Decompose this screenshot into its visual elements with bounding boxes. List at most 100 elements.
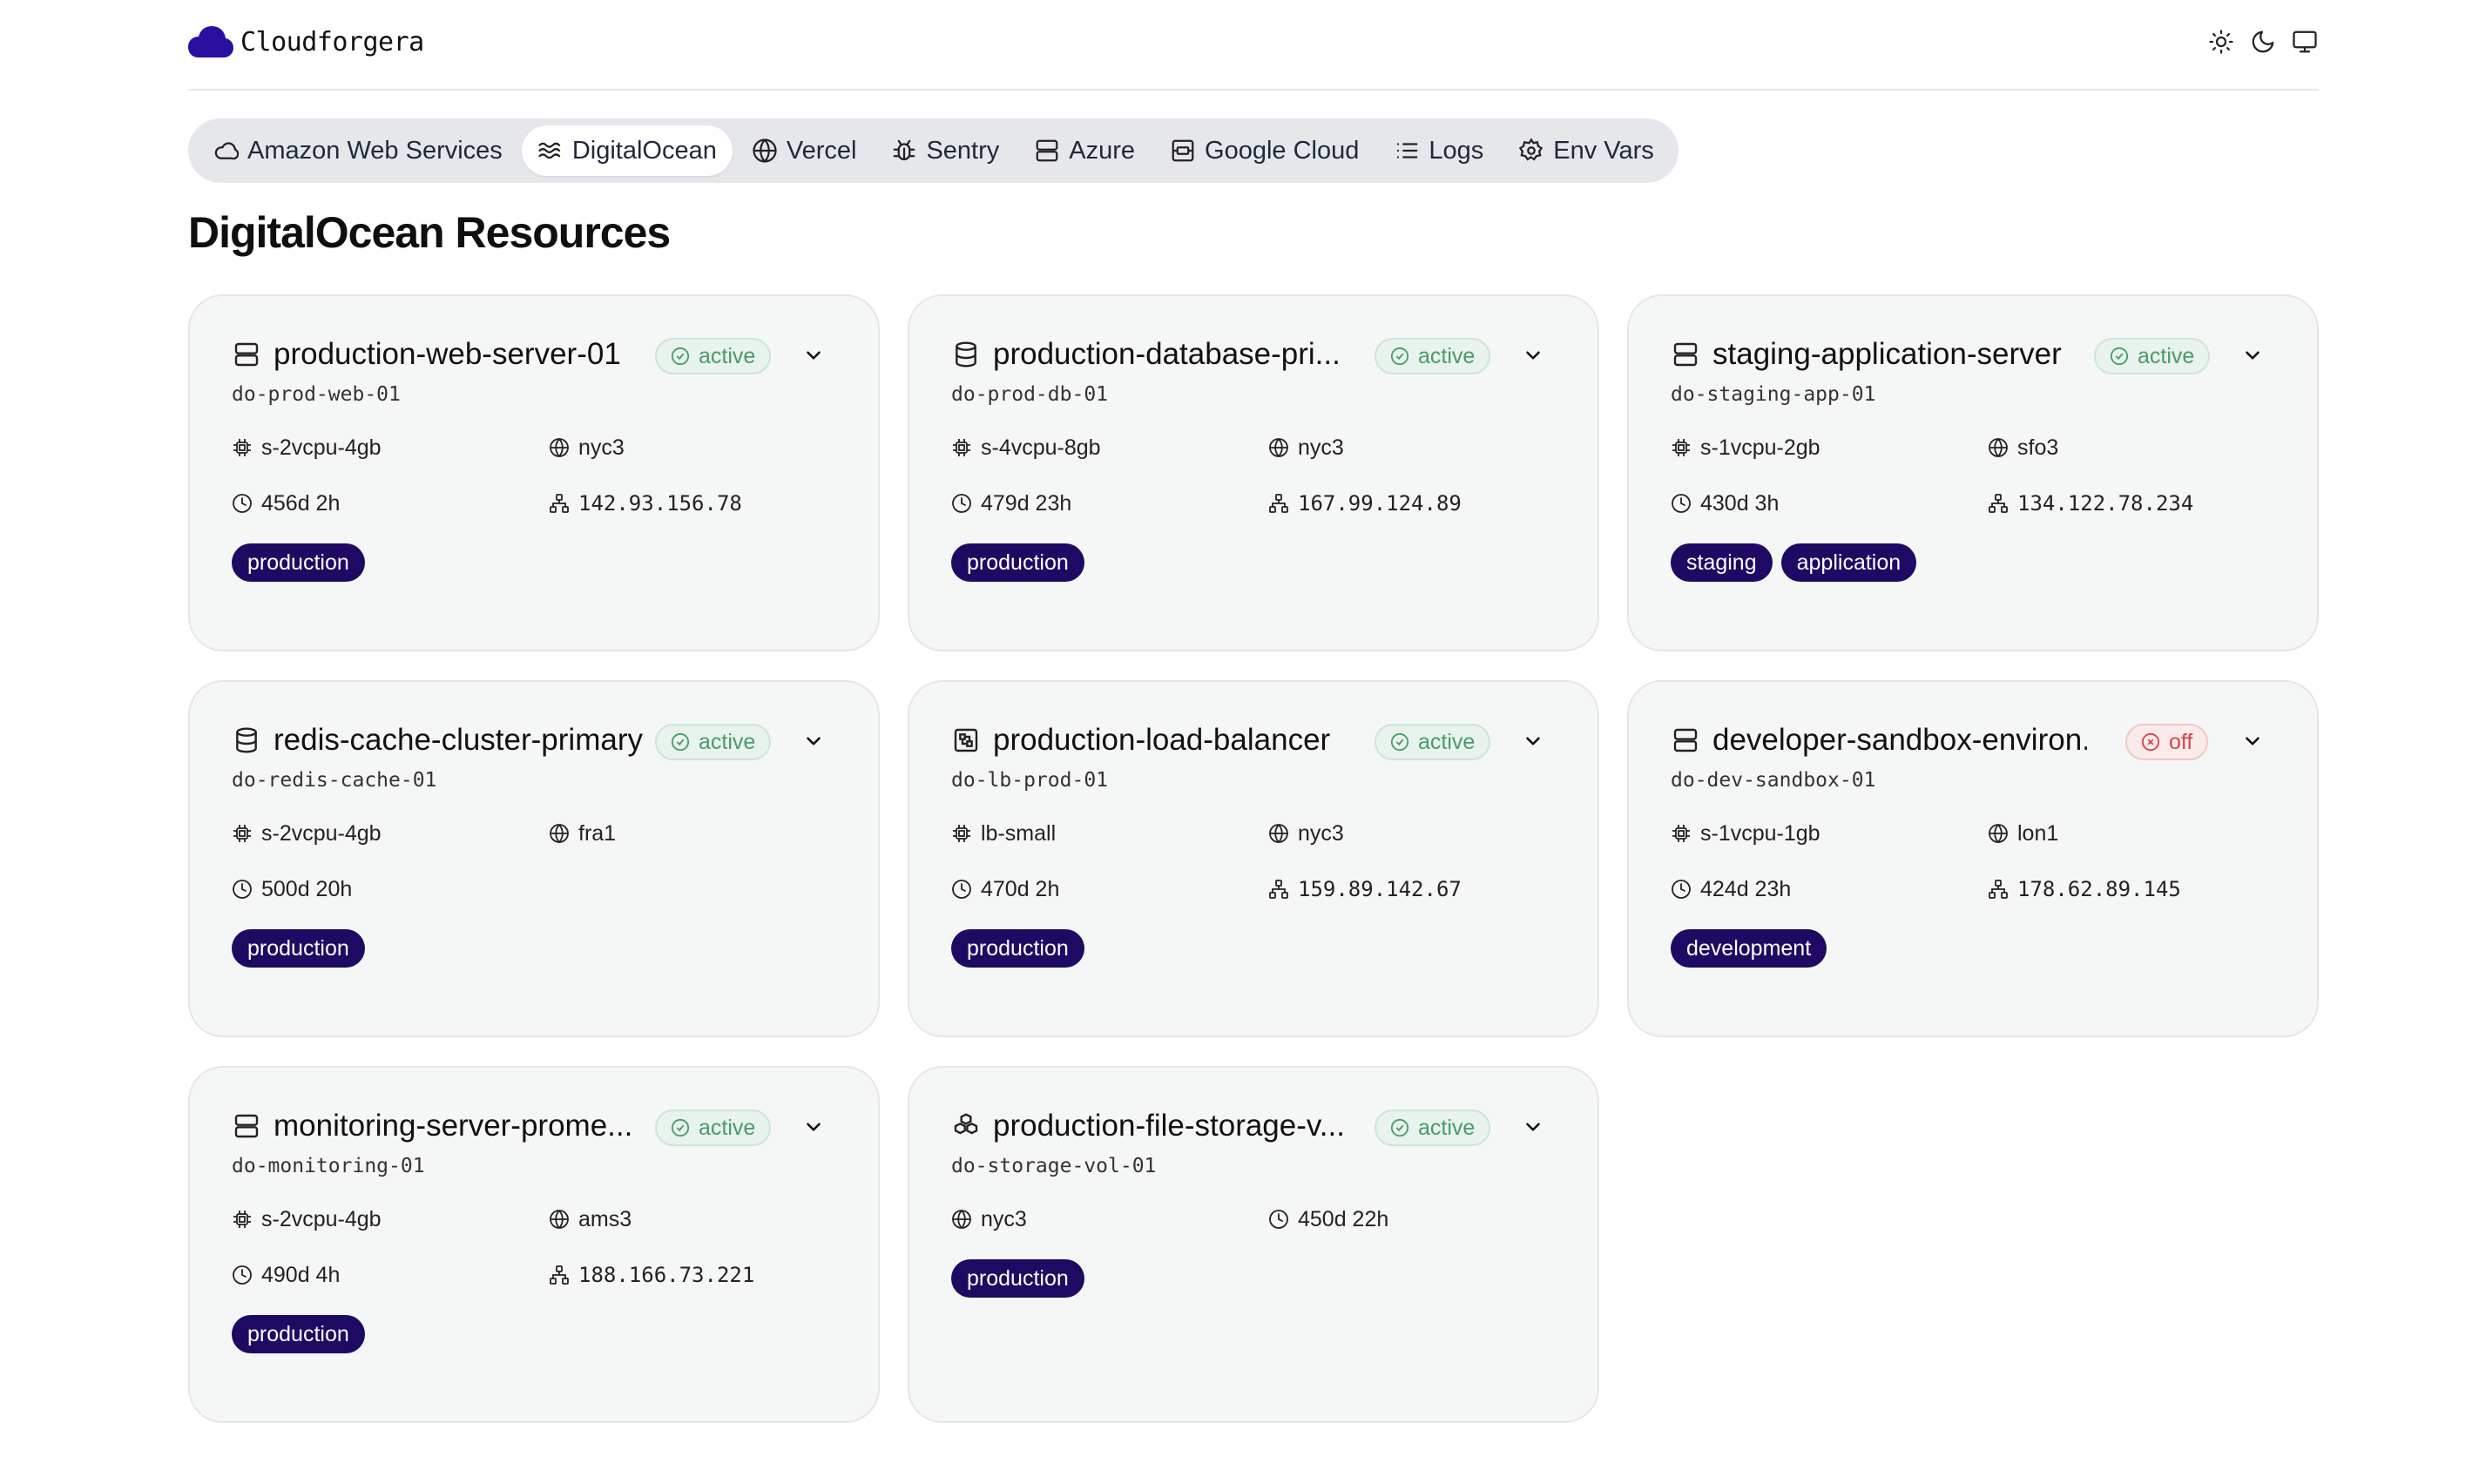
status-label: active [1418, 729, 1476, 754]
region-info: nyc3 [549, 432, 625, 463]
resource-card[interactable]: redis-cache-cluster-primary active do-re… [188, 680, 880, 1037]
chevron-down-icon[interactable] [800, 727, 827, 755]
uptime-value: 500d 20h [261, 876, 353, 901]
tab-google-cloud[interactable]: Google Cloud [1154, 125, 1375, 176]
resource-name: production-database-pri... [993, 337, 1341, 371]
cloud-logo-icon [188, 24, 233, 59]
uptime-info: 479d 23h [951, 488, 1071, 519]
chevron-down-icon[interactable] [800, 341, 827, 369]
cpu-icon [232, 823, 253, 844]
uptime-value: 424d 23h [1700, 876, 1792, 901]
tag: production [951, 929, 1084, 968]
resource-card[interactable]: staging-application-server active do-sta… [1627, 294, 2319, 651]
size-info: s-1vcpu-1gb [1671, 818, 1820, 849]
chevron-down-icon[interactable] [1519, 1113, 1547, 1141]
globe-icon [1988, 823, 2009, 844]
resource-id: do-prod-db-01 [951, 383, 1109, 406]
tab-sentry[interactable]: Sentry [875, 125, 1015, 176]
x-circle-icon [2141, 732, 2160, 752]
uptime-value: 430d 3h [1700, 490, 1780, 516]
database-icon [951, 340, 981, 369]
chevron-down-icon[interactable] [1519, 341, 1547, 369]
tab-label: Google Cloud [1205, 136, 1360, 165]
tab-label: Env Vars [1553, 136, 1654, 165]
resource-card[interactable]: production-database-pri... active do-pro… [908, 294, 1599, 651]
region-value: lon1 [2017, 820, 2059, 846]
tab-digitalocean[interactable]: DigitalOcean [521, 125, 733, 176]
size-info: s-1vcpu-2gb [1671, 432, 1820, 463]
status-badge: active [655, 338, 772, 374]
check-circle-icon [671, 732, 690, 752]
network-icon [1268, 879, 1289, 900]
tab-amazon-web-services[interactable]: Amazon Web Services [197, 125, 518, 176]
check-circle-icon [671, 1118, 690, 1137]
cpu-icon [951, 823, 972, 844]
size-info: s-4vcpu-8gb [951, 432, 1101, 463]
resource-card[interactable]: production-file-storage-v... active do-s… [908, 1066, 1599, 1423]
chevron-down-icon[interactable] [800, 1113, 827, 1141]
sun-icon[interactable] [2207, 28, 2235, 56]
uptime-info: 424d 23h [1671, 874, 1791, 905]
uptime-value: 450d 22h [1298, 1206, 1389, 1231]
region-value: sfo3 [2017, 435, 2059, 460]
uptime-info: 500d 20h [232, 874, 352, 905]
moon-icon[interactable] [2249, 28, 2277, 56]
status-label: active [699, 1115, 756, 1140]
cpu-icon [232, 437, 253, 458]
tag-list: development [1671, 929, 2275, 968]
tab-azure[interactable]: Azure [1018, 125, 1151, 176]
monitor-icon[interactable] [2291, 28, 2319, 56]
region-value: nyc3 [578, 435, 625, 460]
resource-id: do-staging-app-01 [1671, 383, 1876, 406]
resource-id: do-lb-prod-01 [951, 769, 1109, 792]
resource-id: do-prod-web-01 [232, 383, 401, 406]
resource-card[interactable]: production-load-balancer active do-lb-pr… [908, 680, 1599, 1037]
ip-value: 134.122.78.234 [2017, 491, 2194, 516]
tag-list: production [232, 1315, 836, 1353]
tab-logs[interactable]: Logs [1378, 125, 1499, 176]
uptime-value: 479d 23h [981, 490, 1072, 516]
network-icon [1988, 493, 2009, 514]
ip-info: 159.89.142.67 [1268, 874, 1462, 905]
network-icon [549, 493, 570, 514]
resource-name: production-load-balancer [993, 723, 1331, 757]
status-badge: active [1375, 724, 1491, 760]
server-icon [232, 1111, 261, 1141]
cpu-icon [232, 1209, 253, 1230]
page: Cloudforgera Amazon Web Services Digital… [0, 0, 2479, 1484]
tab-label: DigitalOcean [571, 136, 717, 165]
globe-icon [549, 1209, 570, 1230]
network-icon [549, 1265, 570, 1285]
resource-card[interactable]: monitoring-server-prome... active do-mon… [188, 1066, 880, 1423]
globe-icon [1988, 437, 2009, 458]
resource-card[interactable]: production-web-server-01 active do-prod-… [188, 294, 880, 651]
brand[interactable]: Cloudforgera [188, 24, 424, 59]
tag: production [951, 543, 1084, 582]
check-circle-icon [1390, 1118, 1409, 1137]
tab-label: Sentry [926, 136, 1000, 165]
region-value: nyc3 [1298, 435, 1344, 460]
region-info: nyc3 [951, 1204, 1027, 1235]
bug-icon [891, 138, 917, 164]
tab-vercel[interactable]: Vercel [736, 125, 873, 176]
provider-tabs: Amazon Web Services DigitalOcean Vercel … [188, 118, 1679, 183]
check-circle-icon [671, 347, 690, 366]
ip-info: 167.99.124.89 [1268, 488, 1462, 519]
chevron-down-icon[interactable] [2239, 341, 2266, 369]
status-label: active [1418, 1115, 1476, 1140]
clock-icon [951, 493, 972, 514]
uptime-info: 450d 22h [1268, 1204, 1388, 1235]
tab-env-vars[interactable]: Env Vars [1503, 125, 1670, 176]
tag-list: staging application [1671, 543, 2275, 582]
chevron-down-icon[interactable] [2239, 727, 2266, 755]
gear-icon [1518, 138, 1544, 164]
tag-list: production [232, 543, 836, 582]
status-badge: active [2094, 338, 2211, 374]
resource-card[interactable]: developer-sandbox-environ... off do-dev-… [1627, 680, 2319, 1037]
tab-label: Logs [1429, 136, 1484, 165]
resource-name: developer-sandbox-environ... [1712, 723, 2087, 757]
chevron-down-icon[interactable] [1519, 727, 1547, 755]
tag: application [1780, 543, 1917, 582]
tag-list: production [951, 929, 1556, 968]
header: Cloudforgera [188, 21, 2319, 91]
